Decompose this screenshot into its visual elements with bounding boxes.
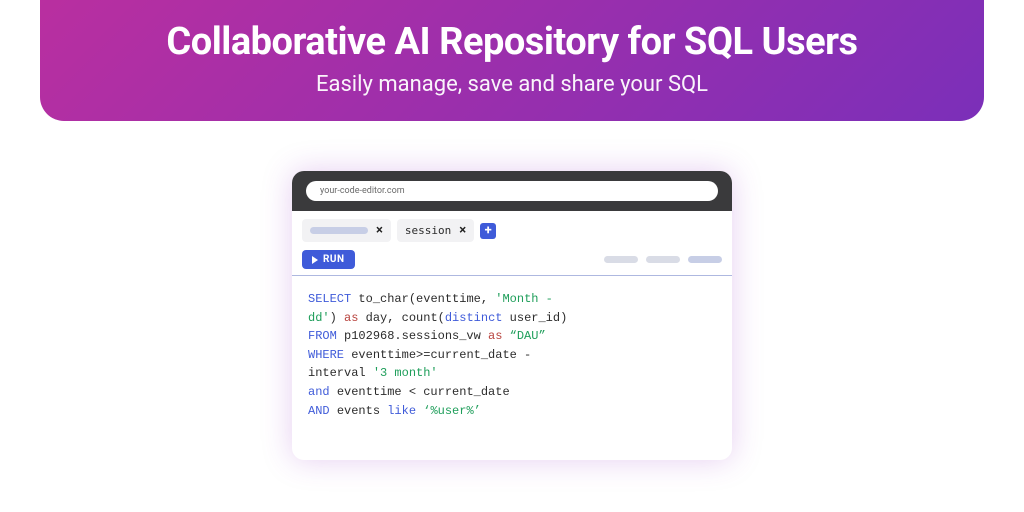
toolbar-placeholder <box>646 256 680 263</box>
code-editor[interactable]: SELECT to_char(eventtime, 'Month - dd') … <box>292 276 732 460</box>
toolbar-placeholder <box>688 256 722 263</box>
url-bar[interactable]: your-code-editor.com <box>306 181 718 201</box>
code-editor-window: your-code-editor.com × session × + RUN S… <box>292 171 732 460</box>
run-button[interactable]: RUN <box>302 250 355 269</box>
tabs-row: × session × + <box>292 211 732 246</box>
hero-banner: Collaborative AI Repository for SQL User… <box>40 0 984 121</box>
hero-subtitle: Easily manage, save and share your SQL <box>80 72 944 97</box>
close-icon[interactable]: × <box>376 224 383 237</box>
tab-1-label-placeholder <box>310 227 368 234</box>
hero-title: Collaborative AI Repository for SQL User… <box>80 20 944 64</box>
run-button-label: RUN <box>323 254 345 265</box>
add-tab-button[interactable]: + <box>480 223 496 239</box>
tab-session-label: session <box>405 224 451 237</box>
close-icon[interactable]: × <box>459 224 466 237</box>
editor-toolbar: RUN <box>292 246 732 276</box>
tab-session[interactable]: session × <box>397 219 474 242</box>
play-icon <box>312 256 318 264</box>
toolbar-placeholder <box>604 256 638 263</box>
browser-chrome: your-code-editor.com <box>292 171 732 211</box>
tab-1[interactable]: × <box>302 219 391 242</box>
